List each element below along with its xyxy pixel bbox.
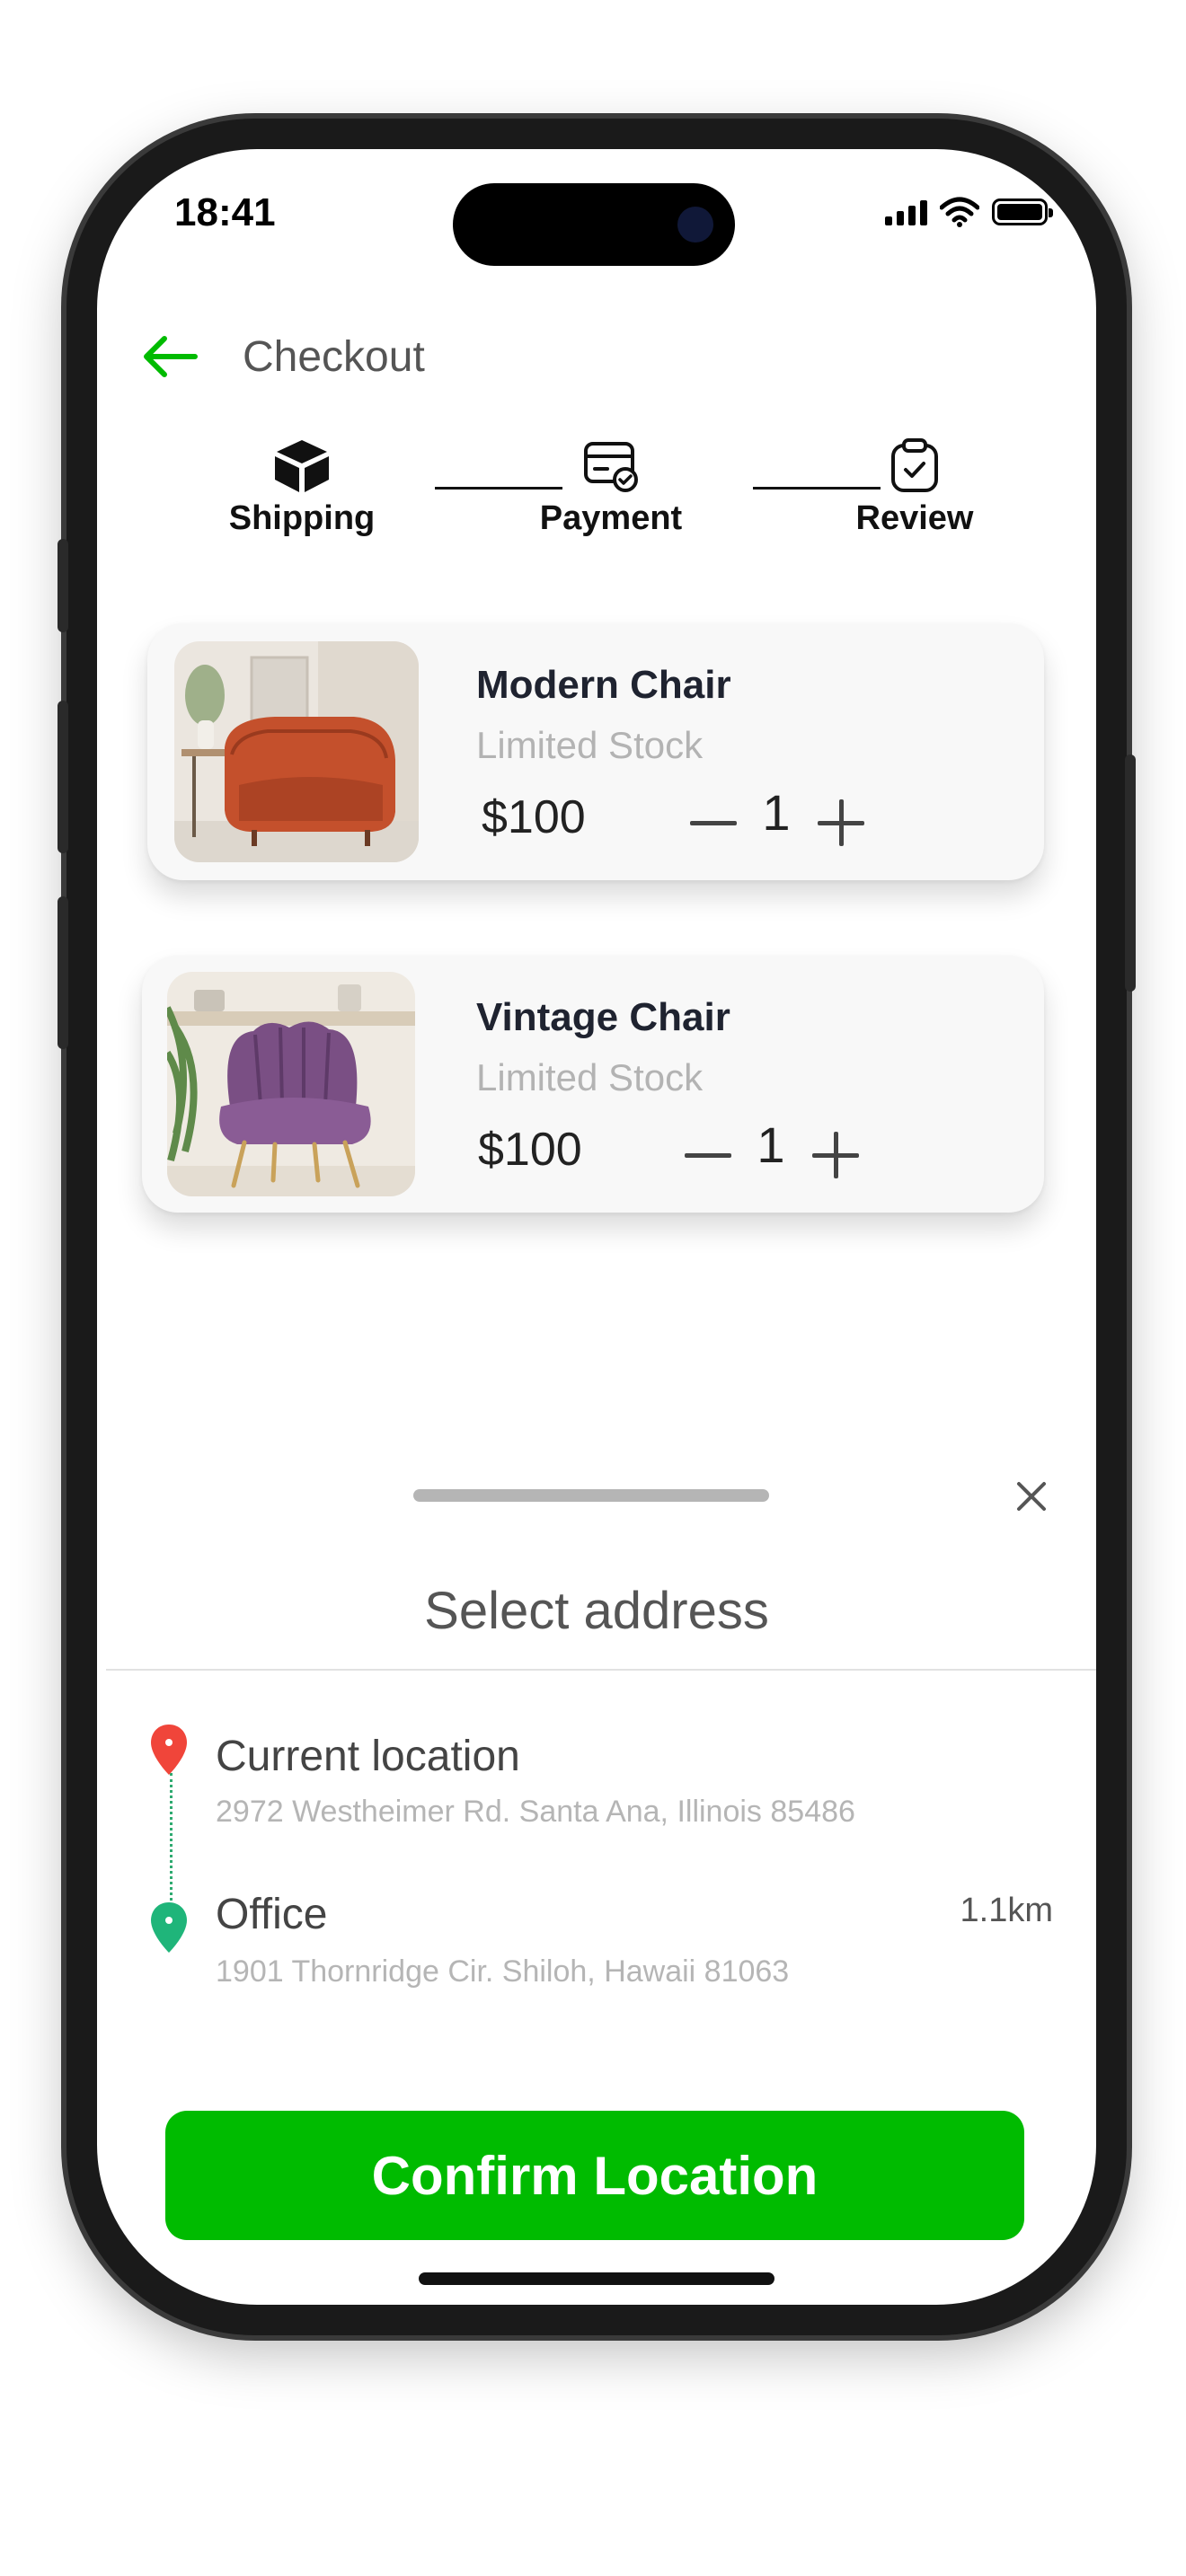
card-check-icon [584, 442, 638, 492]
product-image-vintage-chair [167, 972, 415, 1196]
location-address: 1901 Thornridge Cir. Shiloh, Hawaii 8106… [216, 1954, 790, 1989]
quantity-value: 1 [757, 1116, 785, 1173]
decrease-quantity-button[interactable] [690, 803, 737, 842]
location-name: Office [216, 1891, 328, 1938]
close-button[interactable] [1012, 1477, 1051, 1516]
product-name: Modern Chair [476, 663, 731, 707]
front-camera-icon [677, 207, 713, 243]
step-label-review: Review [855, 499, 974, 537]
office-pin-icon [149, 1901, 189, 1954]
home-indicator[interactable] [419, 2272, 774, 2285]
clipboard-check-icon [891, 438, 938, 492]
step-label-shipping: Shipping [228, 499, 376, 537]
dynamic-island [453, 183, 735, 266]
volume-up-button [58, 701, 68, 853]
back-button[interactable] [133, 325, 205, 388]
product-price: $100 [478, 1124, 582, 1176]
increase-quantity-button[interactable] [812, 1132, 859, 1178]
volume-down-button [58, 896, 68, 1049]
current-location-pin-icon [149, 1723, 189, 1777]
sheet-drag-handle[interactable] [413, 1489, 769, 1502]
stock-status: Limited Stock [476, 724, 704, 766]
header: Checkout [133, 325, 425, 388]
step-payment[interactable]: Payment [521, 437, 701, 538]
battery-icon [992, 198, 1053, 225]
confirm-location-button[interactable]: Confirm Location [165, 2111, 1024, 2240]
divider [106, 1669, 1096, 1671]
wifi-icon [940, 197, 979, 227]
checkout-stepper: Shipping Payment Review [97, 437, 1096, 562]
increase-quantity-button[interactable] [818, 799, 864, 846]
product-image-modern-chair [174, 641, 419, 862]
location-distance: 1.1km [960, 1892, 1053, 1929]
cart-item-vintage-chair[interactable]: Vintage Chair Limited Stock $100 1 [142, 956, 1044, 1213]
quantity-value: 1 [762, 784, 791, 841]
cart-item-modern-chair[interactable]: Modern Chair Limited Stock $100 1 [147, 623, 1044, 880]
location-address: 2972 Westheimer Rd. Santa Ana, Illinois … [216, 1795, 855, 1829]
step-review[interactable]: Review [825, 437, 1005, 538]
page-title: Checkout [243, 332, 425, 381]
box-icon [275, 440, 329, 492]
step-shipping[interactable]: Shipping [212, 437, 392, 538]
step-label-payment: Payment [539, 499, 683, 537]
sheet-title: Select address [424, 1582, 769, 1640]
cellular-signal-icon [885, 198, 927, 225]
product-name: Vintage Chair [476, 995, 730, 1039]
app-screen: 18:41 Checkout Shipping Payment Review M… [97, 149, 1096, 2305]
close-icon [1017, 1482, 1046, 1511]
status-icons [885, 194, 1053, 230]
status-time: 18:41 [174, 190, 276, 234]
stock-status: Limited Stock [476, 1056, 704, 1098]
back-arrow-icon [144, 336, 198, 377]
product-price: $100 [482, 791, 586, 843]
location-name: Current location [216, 1733, 520, 1780]
action-button [58, 539, 68, 632]
power-button [1125, 754, 1136, 992]
decrease-quantity-button[interactable] [685, 1135, 731, 1175]
